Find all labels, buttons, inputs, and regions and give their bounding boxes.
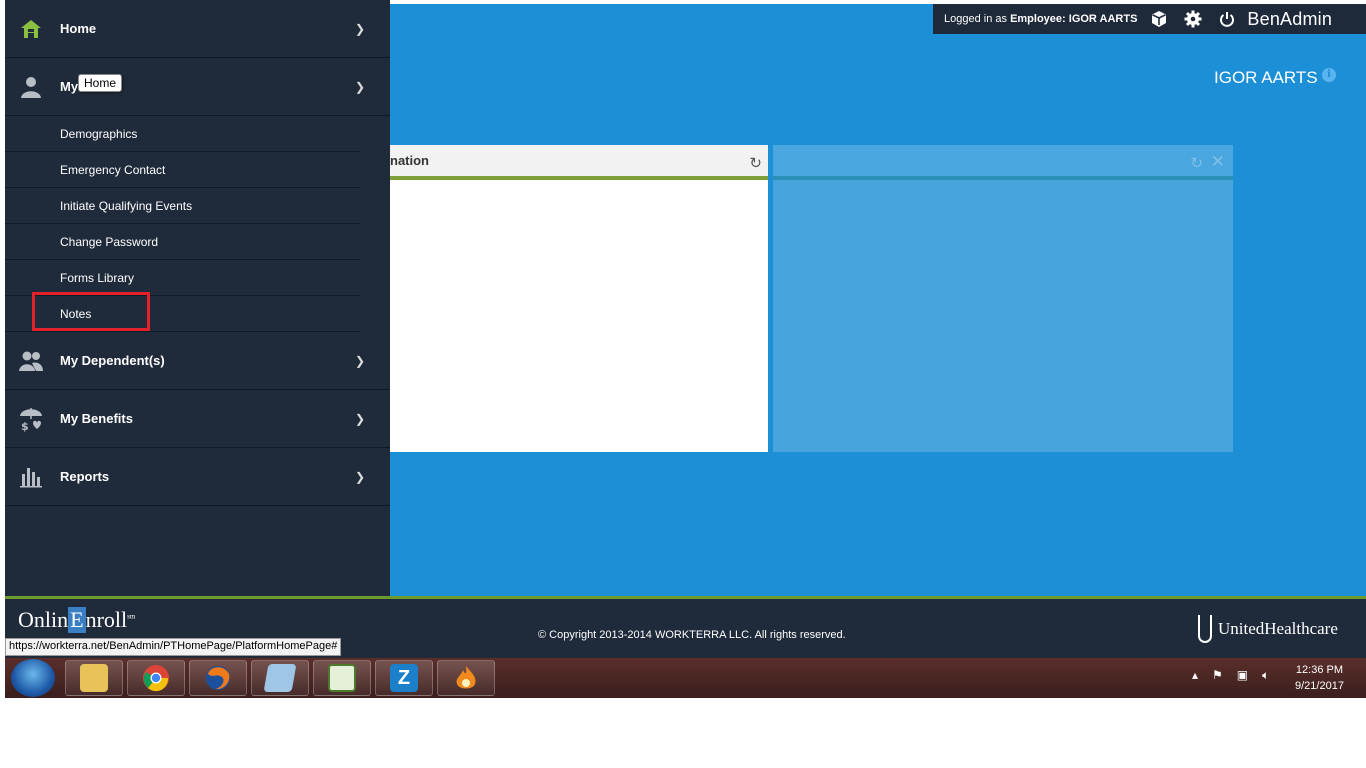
information-widget: nation ↻ (390, 145, 768, 452)
close-icon[interactable]: ✕ (1211, 152, 1225, 172)
chevron-right-icon: ❯ (355, 469, 366, 484)
home-tooltip: Home (78, 74, 123, 92)
chevron-right-icon: ❯ (355, 411, 366, 426)
system-clock[interactable]: 12:36 PM 9/21/2017 (1295, 662, 1344, 694)
file-explorer-icon[interactable] (65, 660, 123, 696)
cube-icon[interactable] (1147, 7, 1171, 31)
sidebar-item-dependents[interactable]: My Dependent(s) ❯ (5, 332, 390, 390)
people-icon (17, 347, 45, 375)
sidebar-item-benefits[interactable]: $ My Benefits ❯ (5, 390, 390, 448)
network-icon[interactable]: ▣ (1237, 668, 1248, 683)
brand-title: BenAdmin (1247, 8, 1333, 29)
sidebar-item-label: Reports (60, 469, 110, 484)
sidebar-item-my[interactable]: My ❯ (5, 58, 390, 116)
top-bar: Logged in as Employee: IGOR AARTS BenAdm… (933, 4, 1366, 34)
chevron-right-icon: ❯ (355, 353, 366, 368)
widget-title: nation (390, 153, 429, 168)
refresh-icon[interactable]: ↻ (749, 154, 762, 172)
firefox-icon[interactable] (189, 660, 247, 696)
gear-icon[interactable] (1181, 7, 1205, 31)
sidebar-item-label: Home (60, 21, 97, 36)
notes-highlight-box (32, 292, 150, 331)
status-bar-url: https://workterra.net/BenAdmin/PTHomePag… (5, 638, 342, 656)
flag-icon[interactable]: ⚑ (1212, 668, 1223, 683)
logged-in-status: Logged in as Employee: IGOR AARTS (944, 13, 1138, 25)
sidebar-item-label: My Dependent(s) (60, 353, 165, 368)
spreadsheet-icon[interactable] (313, 660, 371, 696)
power-icon[interactable] (1215, 7, 1239, 31)
system-tray: ▴ ⚑ ▣ 🔈︎ (1192, 668, 1269, 683)
app-window: Logged in as Employee: IGOR AARTS BenAdm… (0, 0, 1366, 768)
z-app-icon[interactable]: Z (375, 660, 433, 696)
flame-app-icon[interactable] (437, 660, 495, 696)
widget-header: ↻ ✕ (773, 145, 1233, 180)
sidebar-item-label: My Benefits (60, 411, 133, 426)
onlinenroll-logo: OnlinEnrollsm (18, 607, 136, 633)
start-button[interactable] (11, 659, 55, 697)
unitedhealthcare-logo: UnitedHealthcare (1198, 615, 1338, 643)
sidebar-item-home[interactable]: Home ❯ (5, 0, 390, 58)
sidebar-subitem-forms-library[interactable]: Forms Library (5, 260, 360, 296)
sidebar-subitem-qualifying-events[interactable]: Initiate Qualifying Events (5, 188, 360, 224)
sidebar-subitem-emergency-contact[interactable]: Emergency Contact (5, 152, 360, 188)
refresh-icon[interactable]: ↻ (1190, 154, 1203, 172)
show-hidden-icons-icon[interactable]: ▴ (1192, 668, 1198, 683)
chevron-right-icon: ❯ (355, 21, 366, 36)
sidebar-subitem-change-password[interactable]: Change Password (5, 224, 360, 260)
home-icon (17, 15, 45, 43)
bar-chart-icon (17, 463, 45, 491)
svg-text:$: $ (21, 420, 29, 433)
widget-header: nation ↻ (390, 145, 768, 180)
sidebar-subitem-demographics[interactable]: Demographics (5, 116, 360, 152)
notepad-icon[interactable] (251, 660, 309, 696)
windows-taskbar: Z ▴ ⚑ ▣ 🔈︎ 12:36 PM 9/21/2017 (5, 658, 1366, 698)
person-icon (17, 73, 45, 101)
chevron-right-icon: ❯ (355, 79, 366, 94)
sidebar-item-reports[interactable]: Reports ❯ (5, 448, 390, 506)
copyright-text: © Copyright 2013-2014 WORKTERRA LLC. All… (538, 629, 846, 641)
chrome-icon[interactable] (127, 660, 185, 696)
user-name: IGOR AARTS (1214, 68, 1318, 87)
volume-icon[interactable]: 🔈︎ (1262, 668, 1269, 683)
umbrella-icon: $ (17, 405, 45, 433)
sidebar-item-label: My (60, 79, 79, 94)
info-icon[interactable]: i (1322, 68, 1336, 82)
empty-widget: ↻ ✕ (773, 145, 1233, 452)
uhc-shield-icon (1198, 615, 1212, 643)
